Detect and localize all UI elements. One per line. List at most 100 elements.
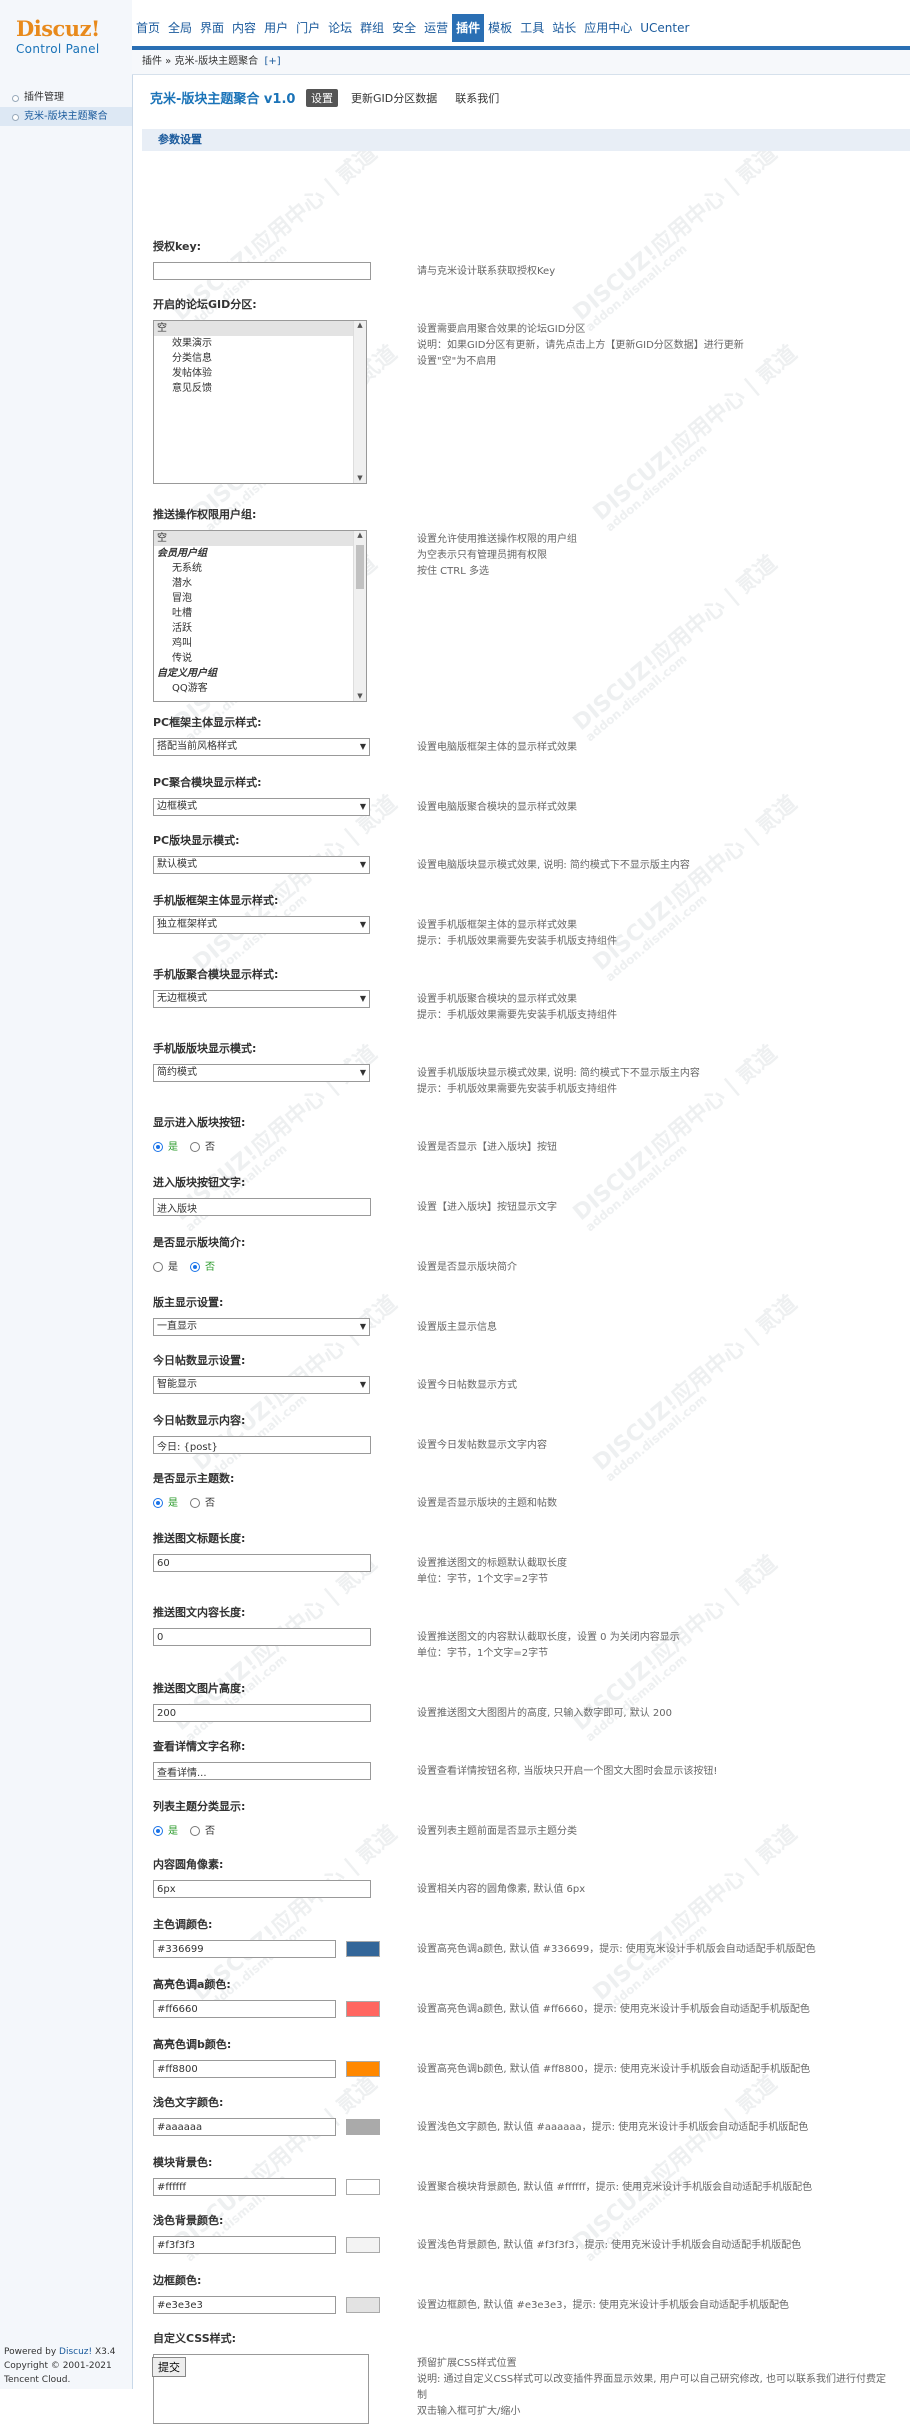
radio-enter_btn-0[interactable]: 是: [153, 1138, 178, 1153]
scroll-up-icon[interactable]: ▲: [354, 531, 366, 539]
multiselect-option[interactable]: 传说: [154, 651, 366, 666]
nav-item-9[interactable]: 运营: [420, 14, 452, 42]
multiselect-option[interactable]: 无系统: [154, 561, 366, 576]
nav-item-1[interactable]: 全局: [164, 14, 196, 42]
field-control: 无边框模式 ▼: [153, 990, 370, 1008]
description-line: 设置相关内容的圆角像素, 默认值 6px: [417, 1884, 586, 1895]
color-swatch[interactable]: [346, 2296, 380, 2313]
color-swatch[interactable]: [346, 2000, 380, 2017]
scrollbar[interactable]: ▲ ▼: [353, 531, 366, 701]
field-description: 设置【进入版块】按钮显示文字: [417, 1200, 557, 1216]
description-line: 单位：字节，1个文字=2字节: [417, 1574, 549, 1585]
multiselect-gid[interactable]: 空效果演示 分类信息 发帖体验 意见反馈 ▲ ▼: [153, 320, 367, 484]
multiselect-option[interactable]: 鸡叫: [154, 636, 366, 651]
breadcrumb-add-button[interactable]: [+]: [264, 56, 280, 67]
nav-item-14[interactable]: 应用中心: [580, 14, 636, 42]
tab-2[interactable]: 联系我们: [450, 89, 504, 107]
color-input-c_bg[interactable]: [153, 2178, 336, 2196]
multiselect-option[interactable]: 效果演示: [154, 336, 366, 351]
nav-item-3[interactable]: 内容: [228, 14, 260, 42]
radio-show_count-0[interactable]: 是: [153, 1494, 178, 1509]
nav-item-0[interactable]: 首页: [132, 14, 164, 42]
select-today_set[interactable]: 智能显示 ▼: [153, 1376, 370, 1394]
multiselect-option[interactable]: 会员用户组: [154, 546, 366, 561]
nav-item-7[interactable]: 群组: [356, 14, 388, 42]
radio-enter_btn-1[interactable]: 否: [190, 1138, 215, 1153]
text-input-title_len[interactable]: [153, 1554, 371, 1572]
multiselect-option[interactable]: 活跃: [154, 621, 366, 636]
scroll-down-icon[interactable]: ▼: [354, 692, 366, 700]
color-swatch[interactable]: [346, 1940, 380, 1957]
radio-show_intro-1[interactable]: 否: [190, 1258, 215, 1273]
nav-item-5[interactable]: 门户: [292, 14, 324, 42]
color-input-c_main[interactable]: [153, 1940, 336, 1958]
sidebar-item-1[interactable]: 克米-版块主题聚合: [0, 107, 132, 126]
nav-item-6[interactable]: 论坛: [324, 14, 356, 42]
nav-item-15[interactable]: UCenter: [636, 14, 693, 42]
multiselect-groups[interactable]: 空会员用户组 无系统 潜水 冒泡 吐槽 活跃 鸡叫 传说 自定义用户组 QQ游客 ▲ ▼: [153, 530, 367, 702]
multiselect-option[interactable]: QQ游客: [154, 681, 366, 696]
color-swatch[interactable]: [346, 2236, 380, 2253]
color-swatch[interactable]: [346, 2178, 380, 2195]
multiselect-option[interactable]: 发帖体验: [154, 366, 366, 381]
radio-list_cat-0[interactable]: 是: [153, 1822, 178, 1837]
scroll-down-icon[interactable]: ▼: [354, 474, 366, 482]
chevron-down-icon: ▼: [359, 802, 366, 811]
footer-brand-link[interactable]: Discuz!: [59, 2347, 92, 2357]
radio-show_count-1[interactable]: 否: [190, 1494, 215, 1509]
select-m_frame[interactable]: 独立框架样式 ▼: [153, 916, 370, 934]
tab-1[interactable]: 更新GID分区数据: [346, 89, 442, 107]
description-line: 提示：手机版效果需要先安装手机版支持组件: [417, 936, 617, 947]
radio-list_cat-1[interactable]: 否: [190, 1822, 215, 1837]
nav-item-11[interactable]: 模板: [484, 14, 516, 42]
submit-button[interactable]: 提交: [152, 2357, 186, 2377]
multiselect-option[interactable]: 冒泡: [154, 591, 366, 606]
text-input-radius[interactable]: [153, 1880, 371, 1898]
select-m_board[interactable]: 简约模式 ▼: [153, 1064, 370, 1082]
breadcrumb-current: 克米-版块主题聚合: [174, 56, 259, 67]
tab-0[interactable]: 设置: [306, 89, 338, 107]
description-line: 提示：手机版效果需要先安装手机版支持组件: [417, 1010, 617, 1021]
breadcrumb-root[interactable]: 插件: [142, 56, 162, 67]
color-swatch[interactable]: [346, 2060, 380, 2077]
text-input-today_text[interactable]: [153, 1436, 371, 1454]
field-pc_agg: PC聚合模块显示样式: 边框模式 ▼ 设置电脑版聚合模块的显示样式效果: [153, 774, 893, 816]
text-input-detail_name[interactable]: [153, 1762, 371, 1780]
field-control: [153, 2060, 380, 2078]
select-mod_show[interactable]: 一直显示 ▼: [153, 1318, 370, 1336]
multiselect-option[interactable]: 潜水: [154, 576, 366, 591]
nav-item-13[interactable]: 站长: [548, 14, 580, 42]
nav-item-4[interactable]: 用户: [260, 14, 292, 42]
select-pc_board[interactable]: 默认模式 ▼: [153, 856, 370, 874]
text-input-content_len[interactable]: [153, 1628, 371, 1646]
color-input-c_b[interactable]: [153, 2060, 336, 2078]
multiselect-option[interactable]: 吐槽: [154, 606, 366, 621]
multiselect-option[interactable]: 意见反馈: [154, 381, 366, 396]
nav-item-8[interactable]: 安全: [388, 14, 420, 42]
color-input-c_border[interactable]: [153, 2296, 336, 2314]
color-input-c_light[interactable]: [153, 2118, 336, 2136]
text-input-auth[interactable]: [153, 262, 371, 280]
multiselect-option[interactable]: 分类信息: [154, 351, 366, 366]
watermark-text: DISCUZ!应用中心 | 贰道: [588, 341, 803, 526]
color-input-c_a[interactable]: [153, 2000, 336, 2018]
nav-item-10[interactable]: 插件: [452, 14, 485, 42]
color-swatch[interactable]: [346, 2118, 380, 2135]
text-input-img_h[interactable]: [153, 1704, 371, 1722]
scrollbar[interactable]: ▲ ▼: [353, 321, 366, 483]
multiselect-option[interactable]: 空: [154, 531, 366, 546]
scroll-up-icon[interactable]: ▲: [354, 321, 366, 329]
nav-item-12[interactable]: 工具: [516, 14, 548, 42]
select-pc_frame[interactable]: 搭配当前风格样式 ▼: [153, 738, 370, 756]
field-label: 手机版聚合模块显示样式:: [153, 968, 279, 981]
scrollbar-thumb[interactable]: [356, 545, 364, 589]
nav-item-2[interactable]: 界面: [196, 14, 228, 42]
sidebar-item-0[interactable]: 插件管理: [0, 88, 132, 107]
select-pc_agg[interactable]: 边框模式 ▼: [153, 798, 370, 816]
color-input-c_lbg[interactable]: [153, 2236, 336, 2254]
multiselect-option[interactable]: 空: [154, 321, 366, 336]
text-input-enter_text[interactable]: [153, 1198, 371, 1216]
select-m_agg[interactable]: 无边框模式 ▼: [153, 990, 370, 1008]
multiselect-option[interactable]: 自定义用户组: [154, 666, 366, 681]
radio-show_intro-0[interactable]: 是: [153, 1258, 178, 1273]
